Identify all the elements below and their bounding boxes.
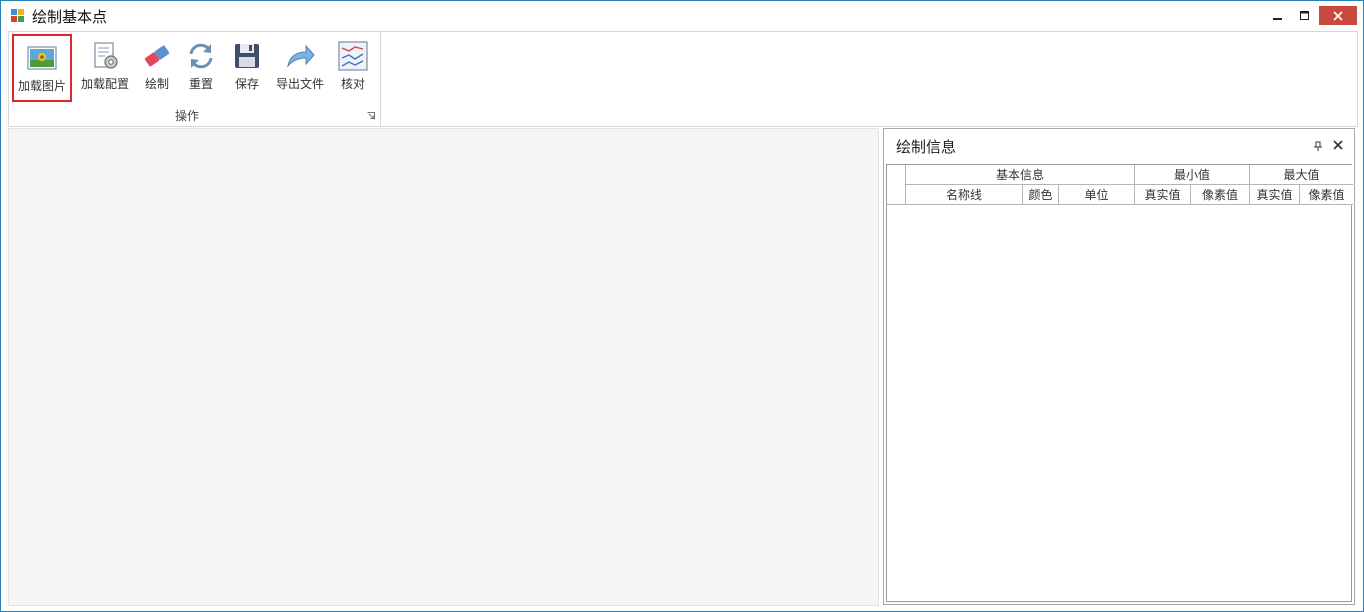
load-image-label: 加载图片 — [17, 79, 66, 93]
draw-info-panel: 绘制信息 基本信息 最小值 最大值 名称线 颜色 单位 真实值 像素值 真实值 … — [883, 128, 1355, 605]
panel-title: 绘制信息 — [896, 138, 957, 156]
refresh-icon — [189, 43, 213, 69]
eraser-icon — [144, 45, 170, 67]
pin-icon[interactable] — [1313, 141, 1323, 151]
column-header-min-real[interactable]: 真实值 — [1135, 185, 1191, 205]
load-config-button[interactable]: 加载配置 — [77, 34, 133, 102]
group-header-basic: 基本信息 — [906, 165, 1135, 185]
info-grid[interactable]: 基本信息 最小值 最大值 名称线 颜色 单位 真实值 像素值 真实值 像素值 — [886, 164, 1353, 602]
load-image-button[interactable]: 加载图片 — [12, 34, 72, 102]
image-icon — [27, 46, 57, 70]
verify-label: 核对 — [340, 77, 365, 91]
maximize-button[interactable] — [1288, 1, 1322, 31]
column-header-max-real[interactable]: 真实值 — [1250, 185, 1300, 205]
column-header-max-pixel[interactable]: 像素值 — [1300, 185, 1353, 205]
column-header-min-pixel[interactable]: 像素值 — [1191, 185, 1250, 205]
row-header-corner — [887, 165, 906, 205]
column-header-unit[interactable]: 单位 — [1059, 185, 1135, 205]
ribbon-group-label: 操作 — [174, 109, 199, 123]
app-window: 绘制基本点 加载图片 加载配置 绘制 重置 保存 导出文件 核对 操作 绘制信息… — [0, 0, 1364, 612]
minimize-icon — [1273, 18, 1282, 20]
panel-close-icon[interactable] — [1332, 139, 1344, 151]
dialog-launcher-icon[interactable] — [367, 112, 375, 120]
reset-label: 重置 — [188, 77, 213, 91]
export-arrow-icon — [287, 44, 315, 68]
verify-button[interactable]: 核对 — [333, 34, 373, 102]
group-header-max: 最大值 — [1250, 165, 1353, 185]
chart-check-icon — [338, 41, 368, 71]
config-gear-icon — [94, 42, 118, 69]
draw-label: 绘制 — [144, 77, 169, 91]
column-header-color[interactable]: 颜色 — [1023, 185, 1059, 205]
reset-button[interactable]: 重置 — [181, 34, 221, 102]
export-file-label: 导出文件 — [275, 77, 324, 91]
title-bar: 绘制基本点 — [1, 1, 1363, 31]
ribbon-group-operations: 加载图片 加载配置 绘制 重置 保存 导出文件 核对 操作 — [9, 32, 381, 126]
load-config-label: 加载配置 — [80, 77, 129, 91]
ribbon: 加载图片 加载配置 绘制 重置 保存 导出文件 核对 操作 — [8, 31, 1358, 127]
window-title: 绘制基本点 — [32, 8, 108, 26]
maximize-icon — [1300, 11, 1309, 20]
draw-button[interactable]: 绘制 — [137, 34, 177, 102]
column-header-name[interactable]: 名称线 — [906, 185, 1023, 205]
group-header-min: 最小值 — [1135, 165, 1250, 185]
close-button[interactable] — [1319, 6, 1357, 25]
export-file-button[interactable]: 导出文件 — [271, 34, 329, 102]
app-icon — [11, 9, 24, 22]
drawing-canvas[interactable] — [8, 128, 879, 606]
save-button[interactable]: 保存 — [227, 34, 267, 102]
close-icon — [1333, 10, 1343, 21]
save-label: 保存 — [234, 77, 259, 91]
save-icon — [235, 44, 259, 68]
